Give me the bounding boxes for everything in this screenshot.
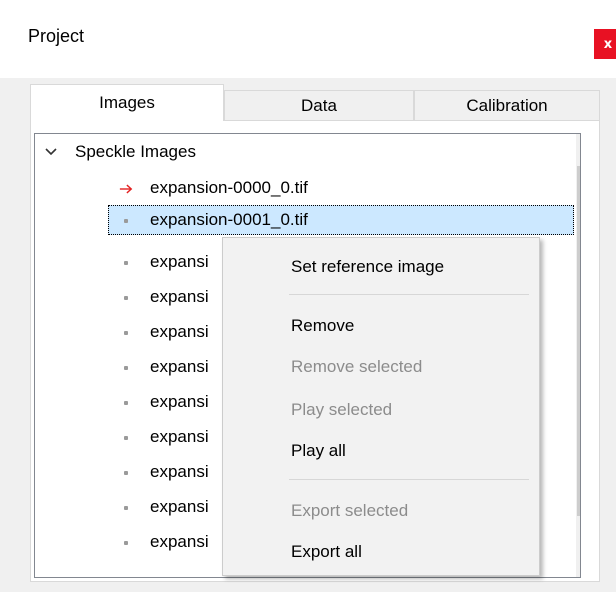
tree-item-selected[interactable]: expansion-0001_0.tif [35,206,575,236]
tab-calibration[interactable]: Calibration [414,90,600,120]
tab-label: Calibration [466,95,548,115]
bullet-icon [119,501,133,515]
tree-item-label: expansi [150,287,209,306]
close-icon: x [603,36,613,52]
bullet-icon [119,431,133,445]
bullet-icon [119,361,133,375]
bullet-icon [119,536,133,550]
title-bar: Project x [0,0,616,78]
tree-item-label: expansi [150,427,209,446]
tree-item-label: expansi [150,357,209,376]
window-title: Project [28,26,85,46]
tree-item-label: expansi [150,392,209,411]
tree-item-label: expansi [150,462,209,481]
tab-data[interactable]: Data [224,90,414,120]
menu-item-play-selected[interactable]: Play selected [291,398,392,422]
context-menu: Set reference image Remove Remove select… [222,237,540,576]
menu-item-export-selected[interactable]: Export selected [291,499,408,523]
bullet-icon [119,291,133,305]
tab-images[interactable]: Images [30,84,224,121]
bullet-icon [119,214,133,228]
menu-item-set-reference-image[interactable]: Set reference image [291,255,444,279]
bullet-icon [119,396,133,410]
tree-item-label: expansi [150,532,209,551]
vertical-scrollbar[interactable] [576,134,580,577]
bullet-icon [119,326,133,340]
tree-root-row[interactable]: Speckle Images [35,140,575,170]
tab-label: Images [99,93,155,112]
tab-bar: Images Data Calibration [30,84,600,121]
tree-item-label: expansion-0001_0.tif [150,210,308,229]
menu-item-play-all[interactable]: Play all [291,439,346,463]
scroll-up-button[interactable] [576,134,580,166]
chevron-down-icon[interactable] [43,144,59,160]
tree-item-label: expansi [150,322,209,341]
menu-separator [289,479,529,480]
scroll-down-button[interactable] [576,545,580,577]
menu-item-export-all[interactable]: Export all [291,540,362,564]
scroll-thumb[interactable] [577,166,580,516]
close-button[interactable]: x [594,29,616,59]
tree-item-label: expansi [150,252,209,271]
tree-root-label: Speckle Images [75,142,196,161]
tree-item-label: expansion-0000_0.tif [150,178,308,197]
reference-arrow-icon [119,182,133,196]
bullet-icon [119,256,133,270]
menu-item-remove[interactable]: Remove [291,314,354,338]
tree-item-label: expansi [150,497,209,516]
tree-item[interactable]: expansion-0000_0.tif [35,174,575,204]
tab-label: Data [301,95,337,115]
menu-item-remove-selected[interactable]: Remove selected [291,355,422,379]
bullet-icon [119,466,133,480]
menu-separator [289,294,529,295]
